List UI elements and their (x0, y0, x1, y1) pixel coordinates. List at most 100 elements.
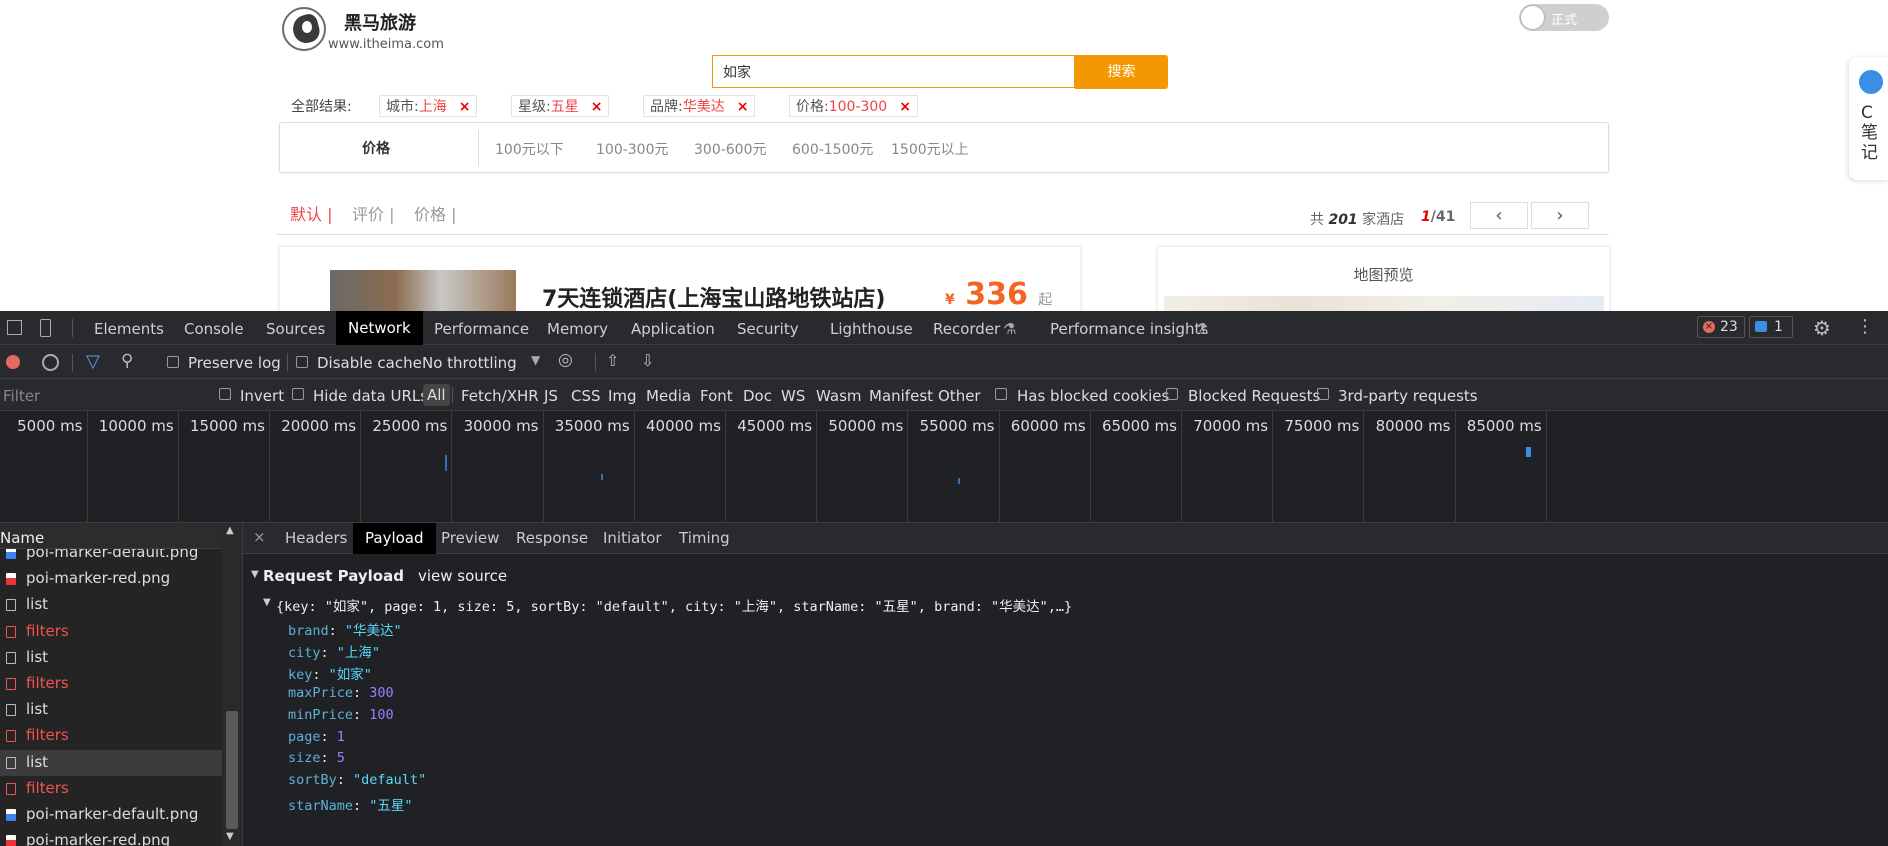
error-counter[interactable]: × 23 (1697, 316, 1745, 338)
chip-close-icon[interactable]: × (899, 99, 911, 115)
export-har-icon[interactable]: ⇩ (641, 351, 654, 370)
network-timeline-overview[interactable]: 5000 ms 10000 ms 15000 ms 20000 ms 25000 ms 3… (0, 411, 1888, 523)
type-filter-js[interactable]: JS (544, 387, 558, 405)
throttling-select[interactable]: No throttling (422, 354, 517, 372)
request-row[interactable]: filters (0, 723, 222, 749)
type-filter-media[interactable]: Media (646, 387, 691, 405)
type-filter-img[interactable]: Img (608, 387, 637, 405)
tab-performance-insights[interactable]: Performance insights (1050, 320, 1208, 338)
map-image[interactable] (1164, 296, 1604, 311)
type-filter-font[interactable]: Font (700, 387, 733, 405)
gear-icon[interactable]: ⚙ (1813, 316, 1831, 340)
third-party-checkbox[interactable] (1317, 388, 1329, 400)
search-icon[interactable]: ⚲ (121, 351, 133, 371)
more-menu-icon[interactable]: ⋮ (1856, 316, 1874, 337)
type-filter-all[interactable]: All (423, 384, 450, 406)
scrollbar-thumb[interactable] (226, 711, 238, 829)
inspect-element-icon[interactable] (7, 320, 22, 335)
request-row[interactable]: poi-marker-red.png (0, 828, 222, 846)
tab-preview[interactable]: Preview (441, 529, 499, 547)
next-page-button[interactable]: › (1531, 202, 1589, 229)
import-har-icon[interactable]: ⇧ (606, 351, 619, 370)
prev-page-button[interactable]: ‹ (1470, 202, 1528, 229)
expand-triangle-icon[interactable]: ▼ (263, 597, 271, 608)
scroll-up-icon[interactable]: ▲ (226, 525, 234, 536)
requests-scrollbar[interactable]: ▲ ▼ (222, 523, 242, 846)
hotel-card[interactable]: 7天连锁酒店(上海宝山路地铁站店) ¥ 336 起 (279, 246, 1081, 311)
payload-field[interactable]: city: "上海" (288, 641, 380, 661)
tab-memory[interactable]: Memory (547, 320, 608, 338)
payload-field[interactable]: starName: "五星" (288, 794, 413, 814)
payload-field[interactable]: key: "如家" (288, 663, 372, 683)
price-option[interactable]: 100-300元 (596, 139, 669, 159)
network-conditions-icon[interactable]: ◎ (558, 350, 573, 370)
payload-field[interactable]: maxPrice: 300 (288, 685, 394, 701)
tab-timing[interactable]: Timing (679, 529, 730, 547)
price-option[interactable]: 300-600元 (694, 139, 767, 159)
type-filter-css[interactable]: CSS (571, 387, 601, 405)
tab-application[interactable]: Application (631, 320, 715, 338)
payload-field[interactable]: brand: "华美达" (288, 619, 402, 639)
disable-cache-checkbox[interactable] (296, 356, 308, 368)
request-row[interactable]: list (0, 749, 222, 776)
payload-field[interactable]: page: 1 (288, 729, 345, 745)
request-row[interactable]: list (0, 697, 222, 723)
sort-default[interactable]: 默认 | (290, 201, 332, 225)
type-filter-wasm[interactable]: Wasm (816, 387, 862, 405)
note-widget[interactable]: C笔记 (1849, 57, 1888, 180)
tab-lighthouse[interactable]: Lighthouse (830, 320, 913, 338)
blocked-requests-checkbox[interactable] (1166, 388, 1178, 400)
tab-response[interactable]: Response (516, 529, 588, 547)
request-row[interactable]: filters (0, 776, 222, 802)
price-option[interactable]: 1500元以上 (891, 139, 969, 159)
tab-headers[interactable]: Headers (285, 529, 347, 547)
has-blocked-cookies-checkbox[interactable] (995, 388, 1007, 400)
payload-field[interactable]: sortBy: "default" (288, 772, 426, 788)
filter-input[interactable]: Filter (3, 387, 40, 405)
search-input[interactable]: 如家 (712, 55, 1075, 88)
hotel-image[interactable] (330, 270, 516, 311)
request-row[interactable]: filters (0, 619, 222, 645)
heima-logo[interactable] (282, 7, 326, 51)
device-toolbar-icon[interactable] (40, 319, 51, 337)
scroll-down-icon[interactable]: ▼ (226, 831, 234, 842)
request-row[interactable]: poi-marker-red.png (0, 566, 222, 592)
search-button[interactable]: 搜索 (1075, 55, 1168, 89)
view-source-link[interactable]: view source (418, 567, 507, 585)
env-toggle[interactable]: 正式 (1519, 4, 1609, 31)
tab-security[interactable]: Security (737, 320, 799, 338)
tab-elements[interactable]: Elements (94, 320, 164, 338)
price-option[interactable]: 600-1500元 (792, 139, 873, 159)
type-filter-fetch[interactable]: Fetch/XHR (461, 387, 539, 405)
type-filter-doc[interactable]: Doc (743, 387, 772, 405)
preserve-log-checkbox[interactable] (167, 356, 179, 368)
request-row[interactable]: poi-marker-default.png (0, 802, 222, 828)
close-icon[interactable]: × (253, 528, 266, 546)
hide-data-urls-checkbox[interactable] (292, 388, 304, 400)
tab-network[interactable]: Network (336, 311, 423, 345)
tab-console[interactable]: Console (184, 320, 244, 338)
payload-field[interactable]: minPrice: 100 (288, 707, 394, 723)
hotel-name[interactable]: 7天连锁酒店(上海宝山路地铁站店) (542, 281, 885, 311)
tab-initiator[interactable]: Initiator (603, 529, 662, 547)
chip-close-icon[interactable]: × (591, 99, 603, 115)
filter-icon[interactable]: ▽ (86, 351, 100, 372)
price-option[interactable]: 100元以下 (495, 139, 564, 159)
payload-summary[interactable]: {key: "如家", page: 1, size: 5, sortBy: "d… (276, 595, 1072, 615)
record-icon[interactable] (6, 355, 20, 369)
chevron-down-icon[interactable]: ▼ (531, 353, 540, 367)
sort-rating[interactable]: 评价 | (352, 201, 394, 225)
request-row[interactable]: filters (0, 671, 222, 697)
request-row[interactable]: list (0, 592, 222, 618)
sort-price[interactable]: 价格 | (414, 201, 456, 225)
tab-performance[interactable]: Performance (434, 320, 529, 338)
message-counter[interactable]: 1 (1749, 316, 1793, 338)
request-payload-title[interactable]: Request Payload (263, 567, 404, 585)
tab-sources[interactable]: Sources (266, 320, 325, 338)
invert-checkbox[interactable] (219, 388, 231, 400)
request-row[interactable]: poi-marker-default.png (0, 549, 222, 566)
clear-icon[interactable] (42, 354, 59, 371)
name-column-header[interactable]: Name (0, 523, 222, 549)
collapse-triangle-icon[interactable]: ▼ (251, 569, 259, 580)
chip-close-icon[interactable]: × (737, 99, 749, 115)
